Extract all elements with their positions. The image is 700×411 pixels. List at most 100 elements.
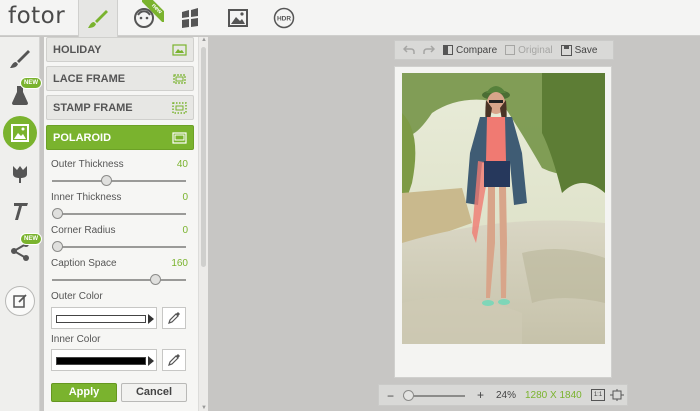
tool-text[interactable] <box>2 193 38 229</box>
scroll-up-icon[interactable]: ▲ <box>200 37 208 43</box>
zoom-bar: − + 24% 1280 X 1840 1:1 <box>378 384 628 406</box>
new-badge: NEW <box>20 77 42 89</box>
zoom-slider-knob[interactable] <box>403 390 414 401</box>
frame-thumbnail-icon <box>172 44 187 56</box>
actual-size-button[interactable]: 1:1 <box>591 389 605 401</box>
inner-thickness-label: Inner Thickness <box>51 192 122 203</box>
fit-screen-icon <box>610 389 624 401</box>
corner-radius-slider[interactable] <box>52 241 186 252</box>
text-icon <box>14 203 28 220</box>
new-badge: NEW <box>20 233 42 245</box>
tulip-icon <box>13 166 27 183</box>
compare-label: Compare <box>456 44 498 56</box>
frame-label: STAMP FRAME <box>53 101 133 114</box>
caption-space-slider[interactable] <box>52 274 186 285</box>
canvas-toolbar: Compare Original Save <box>394 40 614 60</box>
tool-stickers[interactable] <box>2 155 38 191</box>
eyedropper-icon <box>168 312 180 324</box>
edit-note-icon <box>13 294 27 308</box>
frame-picture-icon <box>11 124 29 142</box>
slider-knob[interactable] <box>150 274 162 285</box>
compare-icon <box>443 45 453 55</box>
tool-edit-note[interactable] <box>2 283 38 319</box>
outer-color-picker[interactable] <box>162 307 186 329</box>
tool-effects[interactable]: NEW <box>2 77 42 113</box>
outer-thickness-slider[interactable] <box>52 175 186 186</box>
image-dimensions: 1280 X 1840 <box>525 390 582 401</box>
caption-space-label: Caption Space <box>51 258 117 269</box>
inner-color-dropdown[interactable] <box>51 349 157 371</box>
frame-label: POLAROID <box>53 131 112 144</box>
tab-edit[interactable] <box>78 0 118 37</box>
inner-color-label: Inner Color <box>51 334 101 345</box>
original-label: Original <box>518 44 553 56</box>
tab-collage[interactable] <box>170 0 210 36</box>
inner-color-row <box>51 349 187 371</box>
original-icon <box>505 45 516 55</box>
lace-frame-icon <box>173 74 186 84</box>
inner-thickness-slider[interactable] <box>52 208 186 219</box>
compare-button[interactable]: Compare <box>443 45 497 56</box>
original-button[interactable]: Original <box>505 44 553 56</box>
frame-holiday[interactable]: HOLIDAY <box>46 37 194 62</box>
new-ribbon: new <box>142 0 164 22</box>
outer-thickness-label: Outer Thickness <box>51 159 124 170</box>
panel-scrollbar[interactable]: ▲ ▼ <box>198 37 208 411</box>
tab-beauty[interactable]: new <box>124 0 164 36</box>
top-bar: fotor new HDR <box>0 0 700 37</box>
inner-color-swatch <box>56 357 146 365</box>
save-label: Save <box>574 44 598 56</box>
slider-knob[interactable] <box>52 241 63 252</box>
inner-thickness-value: 0 <box>182 192 188 203</box>
outer-color-label: Outer Color <box>51 291 103 302</box>
dropdown-arrow-icon <box>148 314 154 324</box>
undo-button[interactable] <box>403 45 415 55</box>
photo-preview[interactable] <box>402 73 605 344</box>
outer-thickness-value: 40 <box>176 159 188 170</box>
frame-lace[interactable]: LACE FRAME <box>46 66 194 91</box>
brush-icon <box>10 50 30 68</box>
outer-color-dropdown[interactable] <box>51 307 157 329</box>
apply-button[interactable]: Apply <box>51 383 117 402</box>
photo-image <box>402 73 605 344</box>
collage-icon <box>182 8 198 28</box>
left-toolbar: NEW NEW <box>0 37 42 411</box>
tab-image[interactable] <box>218 0 258 36</box>
actual-size-icon: 1:1 <box>593 392 603 398</box>
zoom-percent: 24% <box>496 390 517 401</box>
outer-color-row <box>51 307 187 329</box>
frame-polaroid[interactable]: POLAROID <box>46 125 194 150</box>
eyedropper-icon <box>168 354 180 366</box>
image-icon <box>228 9 248 27</box>
svg-text:HDR: HDR <box>277 16 291 23</box>
frames-panel: HOLIDAY LACE FRAME STAMP FRAME POLAROID … <box>44 37 198 411</box>
corner-radius-value: 0 <box>182 225 188 236</box>
corner-radius-label: Corner Radius <box>51 225 116 236</box>
tool-frames[interactable] <box>2 115 38 151</box>
slider-knob[interactable] <box>52 208 63 219</box>
scroll-down-icon[interactable]: ▼ <box>200 405 208 411</box>
tool-brush[interactable] <box>2 41 38 77</box>
brush-icon <box>88 9 108 28</box>
scroll-thumb[interactable] <box>201 47 206 267</box>
inner-color-picker[interactable] <box>162 349 186 371</box>
frame-label: LACE FRAME <box>53 72 126 85</box>
redo-button[interactable] <box>423 45 435 55</box>
save-icon <box>560 44 572 56</box>
frame-label: HOLIDAY <box>53 43 102 56</box>
hdr-icon: HDR <box>273 7 295 29</box>
frame-stamp[interactable]: STAMP FRAME <box>46 95 194 120</box>
polaroid-frame-icon <box>172 132 187 144</box>
outer-color-swatch <box>56 315 146 323</box>
zoom-out-button[interactable]: − <box>387 389 394 403</box>
tool-share[interactable]: NEW <box>2 233 42 269</box>
undo-icon <box>403 45 415 54</box>
caption-space-value: 160 <box>171 258 188 269</box>
tab-hdr[interactable]: HDR <box>264 0 304 36</box>
cancel-button[interactable]: Cancel <box>121 383 187 402</box>
fit-screen-button[interactable] <box>610 389 624 401</box>
zoom-in-button[interactable]: + <box>477 388 484 402</box>
save-button[interactable]: Save <box>560 44 598 56</box>
dropdown-arrow-icon <box>148 356 154 366</box>
slider-knob[interactable] <box>101 175 113 186</box>
